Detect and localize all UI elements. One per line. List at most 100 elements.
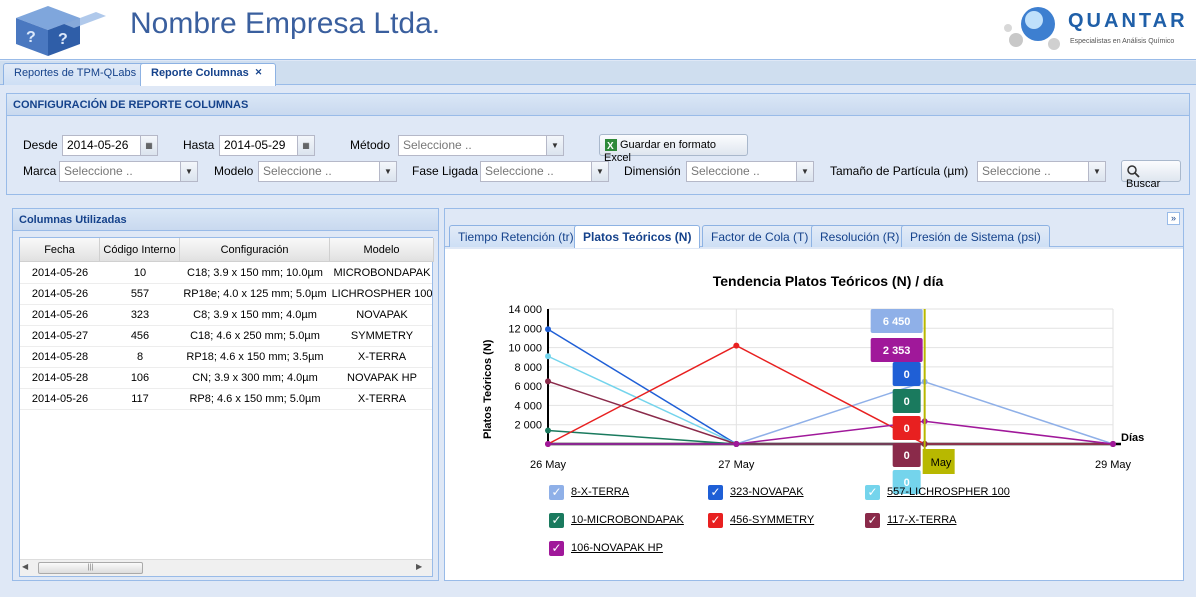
- data-point: [733, 342, 740, 349]
- dimension-label: Dimensión: [624, 164, 681, 178]
- tooltip-label: 6 450: [883, 316, 911, 328]
- row-configuracion: RP8; 4.6 x 150 mm; 5.0µm: [189, 393, 321, 405]
- legend-item[interactable]: 323-NOVAPAK: [730, 486, 804, 498]
- horizontal-scrollbar[interactable]: ◀ ||| ▶: [20, 559, 432, 576]
- table-row[interactable]: 2014-05-26 323 C8; 3.9 x 150 mm; 4.0µm NOVA…: [20, 305, 432, 326]
- legend-checkbox[interactable]: ✓: [708, 485, 723, 500]
- row-configuracion: CN; 3.9 x 300 mm; 4.0µm: [192, 372, 318, 384]
- modelo-select[interactable]: Seleccione .. ▼: [258, 161, 397, 182]
- legend-item[interactable]: 456-SYMMETRY: [730, 514, 814, 526]
- svg-text:?: ?: [58, 31, 68, 48]
- buscar-button[interactable]: Buscar: [1121, 160, 1181, 190]
- fase-label: Fase Ligada: [412, 164, 479, 178]
- marca-select[interactable]: Seleccione .. ▼: [59, 161, 198, 182]
- legend-checkbox[interactable]: ✓: [549, 485, 564, 500]
- table-row[interactable]: 2014-05-28 106 CN; 3.9 x 300 mm; 4.0µm NOVA…: [20, 368, 432, 389]
- data-point: [545, 326, 551, 333]
- grid-header-fecha[interactable]: Fecha: [20, 238, 100, 262]
- chevron-down-icon[interactable]: ▼: [180, 162, 197, 181]
- chart-body: Tendencia Platos Teóricos (N) / día 2 000…: [445, 249, 1183, 580]
- table-row[interactable]: 2014-05-26 557 RP18e; 4.0 x 125 mm; 5.0µm L…: [20, 284, 432, 305]
- desde-date-field[interactable]: 2014-05-26 ▦: [62, 135, 158, 156]
- series-line: [548, 381, 1114, 445]
- data-point: [545, 441, 551, 447]
- table-row[interactable]: 2014-05-27 456 C18; 4.6 x 250 mm; 5.0µm SYM…: [20, 326, 432, 347]
- tooltip-label: 0: [904, 423, 910, 435]
- legend-item[interactable]: 10-MICROBONDAPAK: [571, 514, 684, 526]
- quantar-tagline: Especialistas en Análisis Químico: [1070, 38, 1175, 45]
- legend-checkbox[interactable]: ✓: [865, 485, 880, 500]
- legend-item[interactable]: 106-NOVAPAK HP: [571, 542, 663, 554]
- crosshair-x-label: May: [931, 457, 952, 469]
- y-tick-label: 8 000: [514, 362, 542, 374]
- metodo-select[interactable]: Seleccione .. ▼: [398, 135, 564, 156]
- config-panel: CONFIGURACIÓN DE REPORTE COLUMNAS Desde …: [6, 93, 1190, 195]
- legend-checkbox[interactable]: ✓: [549, 541, 564, 556]
- search-icon: [1127, 165, 1140, 178]
- x-tick-label: 29 May: [1095, 459, 1132, 471]
- calendar-icon[interactable]: ▦: [140, 136, 157, 155]
- chart-tab-presion[interactable]: Presión de Sistema (psi): [901, 225, 1050, 247]
- legend-item[interactable]: 8-X-TERRA: [571, 486, 629, 498]
- fase-select[interactable]: Seleccione .. ▼: [480, 161, 609, 182]
- scroll-left-icon[interactable]: ◀: [22, 562, 34, 574]
- table-row[interactable]: 2014-05-26 117 RP8; 4.6 x 150 mm; 5.0µm X-T…: [20, 389, 432, 410]
- data-point: [545, 378, 551, 385]
- legend-item[interactable]: 117-X-TERRA: [887, 514, 956, 526]
- chevron-down-icon[interactable]: ▼: [546, 136, 563, 155]
- row-configuracion: RP18e; 4.0 x 125 mm; 5.0µm: [183, 288, 327, 300]
- close-icon[interactable]: ✕: [255, 68, 265, 78]
- chart-tab-factor-cola[interactable]: Factor de Cola (T): [702, 225, 818, 247]
- chevron-down-icon[interactable]: ▼: [379, 162, 396, 181]
- legend-checkbox[interactable]: ✓: [865, 513, 880, 528]
- tooltip-label: 0: [904, 450, 910, 462]
- row-modelo: MICROBONDAPAK: [333, 267, 431, 279]
- data-point: [733, 441, 740, 447]
- grid-header-configuracion[interactable]: Configuración: [180, 238, 330, 262]
- legend-checkbox[interactable]: ✓: [549, 513, 564, 528]
- data-point: [1110, 441, 1116, 447]
- calendar-icon[interactable]: ▦: [297, 136, 314, 155]
- tooltip-label: 2 353: [883, 345, 911, 357]
- fase-placeholder: Seleccione ..: [485, 164, 554, 178]
- grid-header-modelo[interactable]: Modelo: [330, 238, 434, 262]
- row-fecha: 2014-05-28: [31, 351, 89, 363]
- legend-checkbox[interactable]: ✓: [708, 513, 723, 528]
- chevron-down-icon[interactable]: ▼: [796, 162, 813, 181]
- chevron-down-icon[interactable]: ▼: [1088, 162, 1105, 181]
- scroll-right-icon[interactable]: ▶: [416, 562, 428, 574]
- dimension-select[interactable]: Seleccione .. ▼: [686, 161, 814, 182]
- columnas-title: Columnas Utilizadas: [13, 209, 438, 231]
- row-modelo: NOVAPAK HP: [347, 372, 417, 384]
- chart-tab-tiempo-retencion[interactable]: Tiempo Retención (tr): [449, 225, 583, 247]
- chart-tab-platos-teoricos[interactable]: Platos Teóricos (N): [574, 225, 701, 248]
- company-logo-icon: ? ?: [16, 6, 106, 56]
- row-configuracion: C8; 3.9 x 150 mm; 4.0µm: [193, 309, 317, 321]
- buscar-label: Buscar: [1126, 178, 1161, 190]
- table-row[interactable]: 2014-05-26 10 C18; 3.9 x 150 mm; 10.0µm MIC…: [20, 263, 432, 284]
- grid-header-codigo[interactable]: Código Interno: [100, 238, 180, 262]
- scroll-thumb[interactable]: |||: [38, 562, 143, 574]
- tamano-select[interactable]: Seleccione .. ▼: [977, 161, 1106, 182]
- tab-reportes-tpm[interactable]: Reportes de TPM-QLabs: [3, 63, 148, 85]
- tab-reporte-columnas[interactable]: Reporte Columnas ✕: [140, 63, 276, 86]
- y-tick-label: 10 000: [508, 343, 542, 355]
- row-modelo: X-TERRA: [357, 393, 407, 405]
- excel-button[interactable]: X Guardar en formato Excel: [599, 134, 748, 164]
- chevron-down-icon[interactable]: ▼: [591, 162, 608, 181]
- y-tick-label: 14 000: [508, 304, 542, 316]
- quantar-wordmark: QUANTAR: [1068, 10, 1188, 32]
- chart-panel: » Tiempo Retención (tr) Platos Teóricos (…: [444, 208, 1184, 581]
- dimension-placeholder: Seleccione ..: [691, 164, 760, 178]
- chart-title: Tendencia Platos Teóricos (N) / día: [713, 273, 944, 289]
- data-point: [545, 427, 551, 434]
- legend-item[interactable]: 557-LICHROSPHER 100: [887, 486, 1010, 498]
- chart-tabbar: Tiempo Retención (tr) Platos Teóricos (N)…: [445, 221, 1183, 248]
- tab-label: Reportes de TPM-QLabs: [14, 67, 137, 79]
- desde-label: Desde: [23, 138, 58, 152]
- table-row[interactable]: 2014-05-28 8 RP18; 4.6 x 150 mm; 3.5µm X-TE…: [20, 347, 432, 368]
- marca-label: Marca: [23, 164, 57, 178]
- hasta-date-field[interactable]: 2014-05-29 ▦: [219, 135, 315, 156]
- chart-tab-resolucion[interactable]: Resolución (R): [811, 225, 909, 247]
- series-line: [547, 344, 1113, 445]
